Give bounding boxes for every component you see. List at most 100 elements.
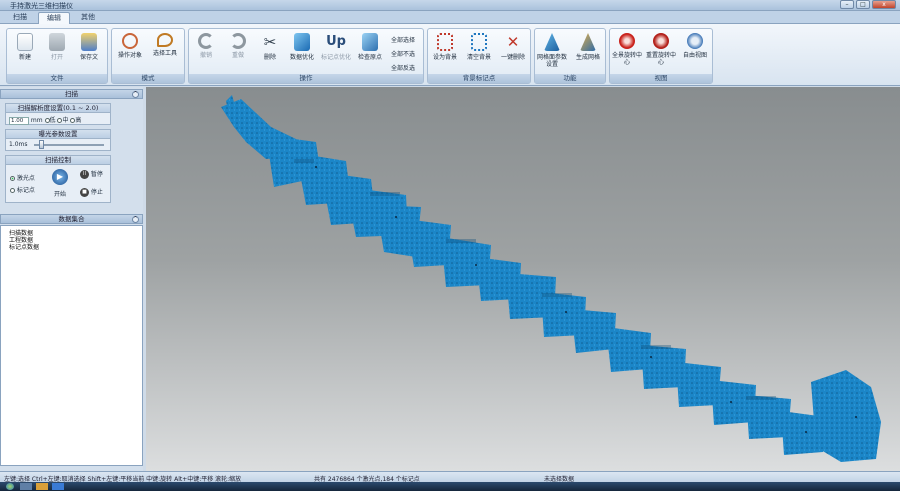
radio-mark[interactable] bbox=[10, 188, 15, 193]
collapse-icon[interactable]: ^ bbox=[132, 91, 139, 98]
play-icon: ▶ bbox=[56, 172, 64, 181]
resolution-input[interactable]: 1.00 bbox=[9, 117, 29, 125]
close-button[interactable]: x bbox=[872, 0, 896, 9]
exposure-row: 1.0ms bbox=[6, 139, 110, 151]
group-file: 新建 打开 保存文 文件 bbox=[6, 28, 108, 84]
exposure-slider-thumb[interactable] bbox=[39, 140, 44, 149]
optimize-button[interactable]: 数据优化 bbox=[287, 33, 317, 73]
group-function-label: 功能 bbox=[535, 74, 605, 83]
cube-origin-icon bbox=[362, 33, 378, 51]
minimize-button[interactable]: – bbox=[840, 0, 854, 9]
data-panel-header[interactable]: 数据集合 ^ bbox=[0, 214, 143, 224]
status-bar: 左键:选择 Ctrl+左键:取消选择 Shift+左键:平移当前 中键:旋转 A… bbox=[0, 471, 900, 483]
taskbar-browser-icon[interactable] bbox=[52, 483, 64, 490]
new-label: 新建 bbox=[18, 54, 31, 61]
save-icon bbox=[81, 33, 97, 51]
radio-laser[interactable] bbox=[10, 176, 15, 181]
exposure-box: 曝光参数设置 1.0ms bbox=[5, 129, 111, 151]
radio-high-label: 高 bbox=[75, 117, 82, 124]
collapse-icon[interactable]: ^ bbox=[132, 216, 139, 223]
reset-rotate-button[interactable]: 重置旋转中心 bbox=[646, 33, 676, 73]
resolution-title: 扫描解析度设置(0.1 ~ 2.0) bbox=[6, 104, 110, 113]
exposure-value: 1.0ms bbox=[9, 141, 28, 148]
save-button[interactable]: 保存文 bbox=[74, 33, 104, 73]
reset-rotate-icon bbox=[653, 33, 669, 49]
start-button[interactable]: ▶ bbox=[52, 169, 68, 185]
free-view-button[interactable]: 自由视图 bbox=[680, 33, 710, 73]
stop-button[interactable]: ■ 停止 bbox=[80, 187, 103, 197]
clear-bg-icon bbox=[471, 33, 487, 51]
exposure-slider-track bbox=[34, 144, 104, 146]
3d-viewport[interactable] bbox=[146, 87, 900, 471]
group-view: 全景旋转中心 重置旋转中心 自由视图 视图 bbox=[609, 28, 713, 84]
radio-laser-label: 激光点 bbox=[16, 175, 35, 182]
rotate-center-button[interactable]: 全景旋转中心 bbox=[612, 33, 642, 73]
tab-scan[interactable]: 扫描 bbox=[4, 12, 36, 24]
clear-bg-button[interactable]: 清空背景 bbox=[464, 33, 494, 73]
group-operate-label: 操作 bbox=[189, 74, 423, 83]
data-panel-title: 数据集合 bbox=[58, 215, 85, 223]
taskbar-app-icon[interactable] bbox=[20, 483, 32, 490]
redo-label: 重做 bbox=[231, 52, 244, 59]
pause-label: 暂停 bbox=[90, 171, 103, 178]
start-orb-icon[interactable] bbox=[6, 483, 14, 490]
ribbon-tab-bar: 扫描 编辑 其他 bbox=[0, 11, 900, 25]
open-button[interactable]: 打开 bbox=[42, 33, 72, 73]
set-bg-label: 设为背景 bbox=[432, 54, 457, 61]
select-tool-button[interactable]: 选择工具 bbox=[150, 33, 180, 73]
invert-select-button[interactable]: 全部反选 bbox=[391, 63, 415, 72]
tree-item-mark-data[interactable]: 标记点数据 bbox=[9, 242, 39, 251]
one-delete-label: 一键删除 bbox=[500, 54, 525, 61]
set-bg-button[interactable]: 设为背景 bbox=[430, 33, 460, 73]
gen-grid-label: 生成网格 bbox=[575, 54, 600, 61]
laser-radio-row[interactable]: 激光点 bbox=[10, 173, 35, 182]
pause-button[interactable]: II 暂停 bbox=[80, 169, 103, 179]
redo-icon bbox=[230, 33, 246, 49]
open-folder-icon bbox=[49, 33, 65, 51]
group-operate: 撤销 重做 ✂ 删除 数据优化 Up 标记点优化 检查原点 全部选择 全部不选 … bbox=[188, 28, 424, 84]
select-tool-label: 选择工具 bbox=[152, 50, 177, 57]
set-bg-icon bbox=[437, 33, 453, 51]
title-bar: 手持激光三维扫描仪 – □ x bbox=[0, 0, 900, 11]
maximize-button[interactable]: □ bbox=[856, 0, 870, 9]
exposure-title: 曝光参数设置 bbox=[6, 130, 110, 139]
open-label: 打开 bbox=[50, 54, 63, 61]
pause-icon: II bbox=[80, 170, 89, 179]
start-label: 开始 bbox=[54, 191, 67, 198]
new-file-icon bbox=[17, 33, 33, 51]
stop-icon: ■ bbox=[80, 188, 89, 197]
mark-optimize-label: 标记点优化 bbox=[321, 54, 352, 61]
detect-prime-label: 检查原点 bbox=[357, 54, 382, 61]
delete-button[interactable]: ✂ 删除 bbox=[255, 33, 285, 73]
scan-panel-header[interactable]: 扫描 ^ bbox=[0, 89, 143, 99]
operate-object-button[interactable]: 操作对象 bbox=[115, 33, 145, 73]
ribbon: 新建 打开 保存文 文件 操作对象 选择工具 模式 撤销 重做 ✂ 删除 数据优… bbox=[0, 24, 900, 86]
point-cloud-view[interactable] bbox=[146, 87, 900, 471]
group-function: 网格面参数设置 生成网格 功能 bbox=[534, 28, 606, 84]
mark-optimize-button[interactable]: Up 标记点优化 bbox=[321, 33, 351, 73]
select-all-button[interactable]: 全部选择 bbox=[391, 35, 415, 44]
radio-mark-label: 标记点 bbox=[16, 187, 35, 194]
optimize-label: 数据优化 bbox=[289, 54, 314, 61]
one-delete-button[interactable]: ✕ 一键删除 bbox=[498, 33, 528, 73]
os-taskbar bbox=[0, 482, 900, 491]
select-none-button[interactable]: 全部不选 bbox=[391, 49, 415, 58]
group-bgmark: 设为背景 清空背景 ✕ 一键删除 背景标记点 bbox=[427, 28, 531, 84]
taskbar-folder-icon[interactable] bbox=[36, 483, 48, 490]
save-label: 保存文 bbox=[79, 54, 98, 61]
scissors-icon: ✂ bbox=[263, 33, 277, 51]
grid-params-button[interactable]: 网格面参数设置 bbox=[537, 33, 567, 73]
left-panel: 扫描 ^ 扫描解析度设置(0.1 ~ 2.0) 1.00 mm 低 中 高 曝光… bbox=[0, 87, 143, 471]
mark-radio-row[interactable]: 标记点 bbox=[10, 185, 35, 194]
new-button[interactable]: 新建 bbox=[10, 33, 40, 73]
gen-grid-button[interactable]: 生成网格 bbox=[573, 33, 603, 73]
detect-prime-button[interactable]: 检查原点 bbox=[355, 33, 385, 73]
delete-marks-icon: ✕ bbox=[506, 33, 520, 51]
undo-button[interactable]: 撤销 bbox=[191, 33, 221, 73]
group-bgmark-label: 背景标记点 bbox=[428, 74, 530, 83]
lasso-icon bbox=[157, 33, 173, 47]
tab-other[interactable]: 其他 bbox=[72, 12, 104, 24]
scan-panel-title: 扫描 bbox=[65, 90, 78, 98]
target-icon bbox=[122, 33, 138, 49]
redo-button[interactable]: 重做 bbox=[223, 33, 253, 73]
